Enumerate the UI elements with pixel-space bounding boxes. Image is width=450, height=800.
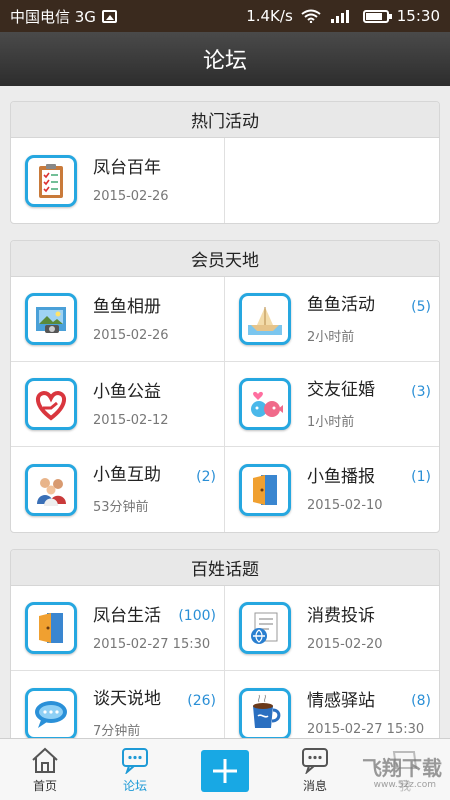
board-title: 消费投诉 [307, 605, 375, 626]
picture-notification-icon [101, 9, 117, 23]
board-date: 2015-02-26 [93, 189, 169, 204]
board-item-emotion-station[interactable]: 情感驿站 2015-02-27 15:30 (8) [225, 671, 439, 738]
section-header: 会员天地 [11, 241, 439, 277]
section-title: 百姓话题 [191, 560, 259, 580]
board-text: 鱼鱼活动 2小时前 [307, 294, 375, 345]
tab-messages[interactable]: 消息 [270, 739, 360, 800]
board-date: 1小时前 [307, 414, 355, 430]
forum-chat-icon [122, 747, 148, 774]
board-grid: 凤台百年 2015-02-26 [11, 138, 439, 223]
section-public-topics: 百姓话题 凤台生活 2015-02-27 15:30 (100) 消费投诉 20… [10, 549, 440, 738]
board-title: 谈天说地 [93, 689, 161, 709]
forum-content[interactable]: 热门活动 凤台百年 2015-02-26 会员天地 鱼鱼相册 2015-02-2… [0, 86, 450, 738]
board-grid: 凤台生活 2015-02-27 15:30 (100) 消费投诉 2015-02… [11, 586, 439, 738]
tab-forum[interactable]: 论坛 [90, 739, 180, 800]
tab-home[interactable]: 首页 [0, 739, 90, 800]
broadcast-door-icon [239, 463, 291, 516]
section-header: 热门活动 [11, 102, 439, 138]
add-post-button[interactable] [201, 749, 249, 792]
board-text: 交友征婚 1小时前 [307, 379, 375, 430]
board-grid: 鱼鱼相册 2015-02-26 鱼鱼活动 2小时前 (5) 小鱼公益 2015-… [11, 277, 439, 532]
carrier-label: 中国电信 3G [10, 7, 96, 26]
network-speed: 1.4K/s [246, 7, 293, 25]
battery-icon [362, 9, 392, 23]
board-item-empty [225, 138, 439, 223]
board-date: 2小时前 [307, 329, 355, 345]
watermark-url: www.52z.com [373, 780, 436, 790]
chat-bubble-icon [25, 687, 77, 738]
board-title: 小鱼播报 [307, 467, 375, 487]
board-title: 鱼鱼相册 [93, 296, 161, 317]
board-title: 交友征婚 [307, 379, 375, 400]
heart-hand-icon [25, 378, 77, 430]
board-text: 消费投诉 2015-02-20 [307, 605, 383, 652]
board-item-consumer-complaints[interactable]: 消费投诉 2015-02-20 [225, 586, 439, 671]
board-title: 凤台百年 [93, 158, 161, 178]
section-hot-activities: 热门活动 凤台百年 2015-02-26 [10, 101, 440, 224]
board-item-fengtai-centennial[interactable]: 凤台百年 2015-02-26 [11, 138, 225, 223]
home-icon [32, 747, 58, 773]
board-date: 2015-02-12 [93, 412, 169, 428]
board-item-dating[interactable]: 交友征婚 1小时前 (3) [225, 362, 439, 447]
board-date: 2015-02-27 15:30 [307, 722, 425, 737]
coffee-mug-icon [239, 687, 291, 738]
post-count: (8) [411, 693, 431, 709]
board-item-fish-broadcast[interactable]: 小鱼播报 2015-02-10 (1) [225, 447, 439, 532]
board-title: 小鱼互助 [93, 465, 161, 485]
section-header: 百姓话题 [11, 550, 439, 586]
clipboard-icon [25, 154, 77, 207]
board-date: 7分钟前 [93, 724, 141, 738]
title-bar: 论坛 [0, 32, 450, 86]
post-count: (5) [411, 299, 431, 315]
photo-album-icon [25, 293, 77, 345]
board-date: 2015-02-27 15:30 [93, 636, 211, 652]
people-group-icon [25, 463, 77, 516]
life-door-icon [25, 602, 77, 654]
post-count: (26) [187, 693, 216, 709]
board-item-chit-chat[interactable]: 谈天说地 7分钟前 (26) [11, 671, 225, 738]
tab-label: 首页 [32, 778, 57, 793]
signal-icon [330, 10, 349, 23]
complaint-document-icon [239, 602, 291, 654]
board-date: 2015-02-10 [307, 498, 383, 513]
section-member-world: 会员天地 鱼鱼相册 2015-02-26 鱼鱼活动 2小时前 (5) 小鱼公益 … [10, 240, 440, 533]
board-item-fish-charity[interactable]: 小鱼公益 2015-02-12 [11, 362, 225, 447]
board-text: 小鱼公益 2015-02-12 [93, 381, 169, 428]
plus-icon [213, 758, 237, 783]
post-count: (2) [196, 469, 216, 485]
board-item-fish-album[interactable]: 鱼鱼相册 2015-02-26 [11, 277, 225, 362]
post-count: (100) [178, 608, 216, 624]
post-count: (1) [411, 469, 431, 485]
paper-boat-icon [239, 293, 291, 345]
board-title: 小鱼公益 [93, 381, 161, 402]
watermark-logo: 飞翔下载 [362, 756, 442, 780]
wifi-icon [301, 9, 321, 23]
board-date: 2015-02-20 [307, 636, 383, 652]
board-text: 情感驿站 2015-02-27 15:30 [307, 690, 424, 737]
kissing-fish-icon [239, 378, 291, 430]
page-title: 论坛 [202, 49, 247, 74]
board-text: 鱼鱼相册 2015-02-26 [93, 296, 169, 343]
tab-add[interactable] [180, 739, 270, 800]
board-text: 小鱼互助 53分钟前 [93, 464, 161, 515]
board-text: 凤台百年 2015-02-26 [93, 157, 169, 204]
board-title: 鱼鱼活动 [307, 294, 375, 315]
tab-label: 论坛 [122, 778, 147, 793]
board-title: 情感驿站 [307, 691, 375, 711]
board-item-fengtai-life[interactable]: 凤台生活 2015-02-27 15:30 (100) [11, 586, 225, 671]
status-right: 1.4K/s 15:30 [246, 7, 440, 25]
board-text: 谈天说地 7分钟前 [93, 688, 161, 738]
post-count: (3) [411, 384, 431, 400]
board-date: 2015-02-26 [93, 327, 169, 343]
board-text: 小鱼播报 2015-02-10 [307, 466, 383, 513]
section-title: 会员天地 [191, 251, 259, 271]
board-item-fish-activities[interactable]: 鱼鱼活动 2小时前 (5) [225, 277, 439, 362]
section-title: 热门活动 [191, 112, 259, 132]
board-item-fish-mutual-aid[interactable]: 小鱼互助 53分钟前 (2) [11, 447, 225, 532]
clock: 15:30 [396, 7, 440, 25]
tab-label: 消息 [302, 778, 327, 793]
status-bar: 中国电信 3G 1.4K/s 15:30 [0, 0, 450, 32]
board-date: 53分钟前 [93, 500, 149, 515]
message-icon [302, 747, 328, 774]
